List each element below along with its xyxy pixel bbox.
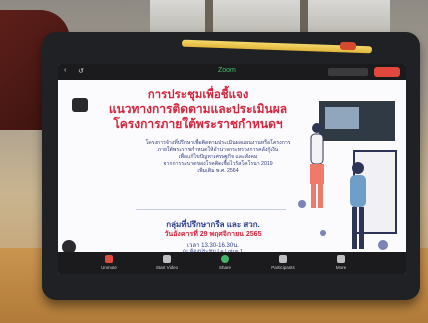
illustration-person-right	[350, 162, 366, 249]
camera-icon	[163, 255, 171, 263]
divider	[136, 209, 286, 210]
bottom-toolbar: Unmute Start Video Share Participants Mo…	[58, 252, 406, 274]
share-screen-icon	[221, 255, 229, 263]
desc-line: เพิ่มเติม พ.ศ. 2564	[197, 168, 239, 174]
desc-line: จากการระบาดของโรคติดเชื้อไวรัสโคโรนา 201…	[163, 161, 273, 167]
virus-icon	[298, 200, 306, 208]
participants-button[interactable]: Participants	[266, 255, 300, 270]
virus-icon	[378, 240, 388, 250]
slide-description: โครงการจ้างที่ปรึกษาเพื่อติดตามประเมินผล…	[108, 140, 328, 175]
desc-line: เพื่อแก้ไขปัญหาเศรษฐกิจ และสังคม	[178, 154, 258, 160]
participants-icon	[279, 255, 287, 263]
video-button[interactable]: Start Video	[150, 255, 184, 270]
video-label: Start Video	[155, 265, 179, 270]
desc-line: โครงการจ้างที่ปรึกษาเพื่อติดตามประเมินผล…	[145, 140, 291, 146]
meeting-info	[328, 68, 368, 76]
share-icon[interactable]: ↺	[78, 67, 84, 75]
app-label[interactable]: Zoom	[218, 67, 236, 74]
shared-slide: การประชุมเพื่อชี้แจง แนวทางการติดตามและป…	[58, 80, 406, 255]
share-label: Share	[218, 265, 231, 270]
top-bar: ‹ ↺ Zoom	[58, 64, 406, 80]
stylus-cap	[339, 41, 357, 51]
mute-button[interactable]: Unmute	[92, 255, 126, 270]
video-feed	[325, 107, 359, 129]
share-button[interactable]: Share	[208, 255, 242, 270]
meeting-date: วันอังคารที่ 29 พฤศจิกายน 2565	[164, 231, 262, 238]
mute-label: Unmute	[101, 265, 117, 270]
leave-button[interactable]	[374, 67, 400, 77]
zoom-screen: ‹ ↺ Zoom การประชุมเพื่อชี้แจง แนวทางการต…	[58, 64, 406, 274]
participants-label: Participants	[271, 265, 295, 270]
slide-title-line3: โครงการภายใต้พระราชกำหนดฯ	[113, 117, 283, 131]
more-button[interactable]: More	[324, 255, 358, 270]
back-icon[interactable]: ‹	[64, 67, 66, 74]
illustration-person-left	[310, 123, 324, 208]
mic-icon	[105, 255, 113, 263]
desc-line: ภายใต้พระราชกำหนดให้อำนาจกระทรวงการคลังก…	[157, 147, 279, 153]
more-label: More	[335, 265, 347, 270]
more-icon	[337, 255, 345, 263]
virus-icon	[320, 230, 326, 236]
participant-video[interactable]	[318, 100, 396, 142]
